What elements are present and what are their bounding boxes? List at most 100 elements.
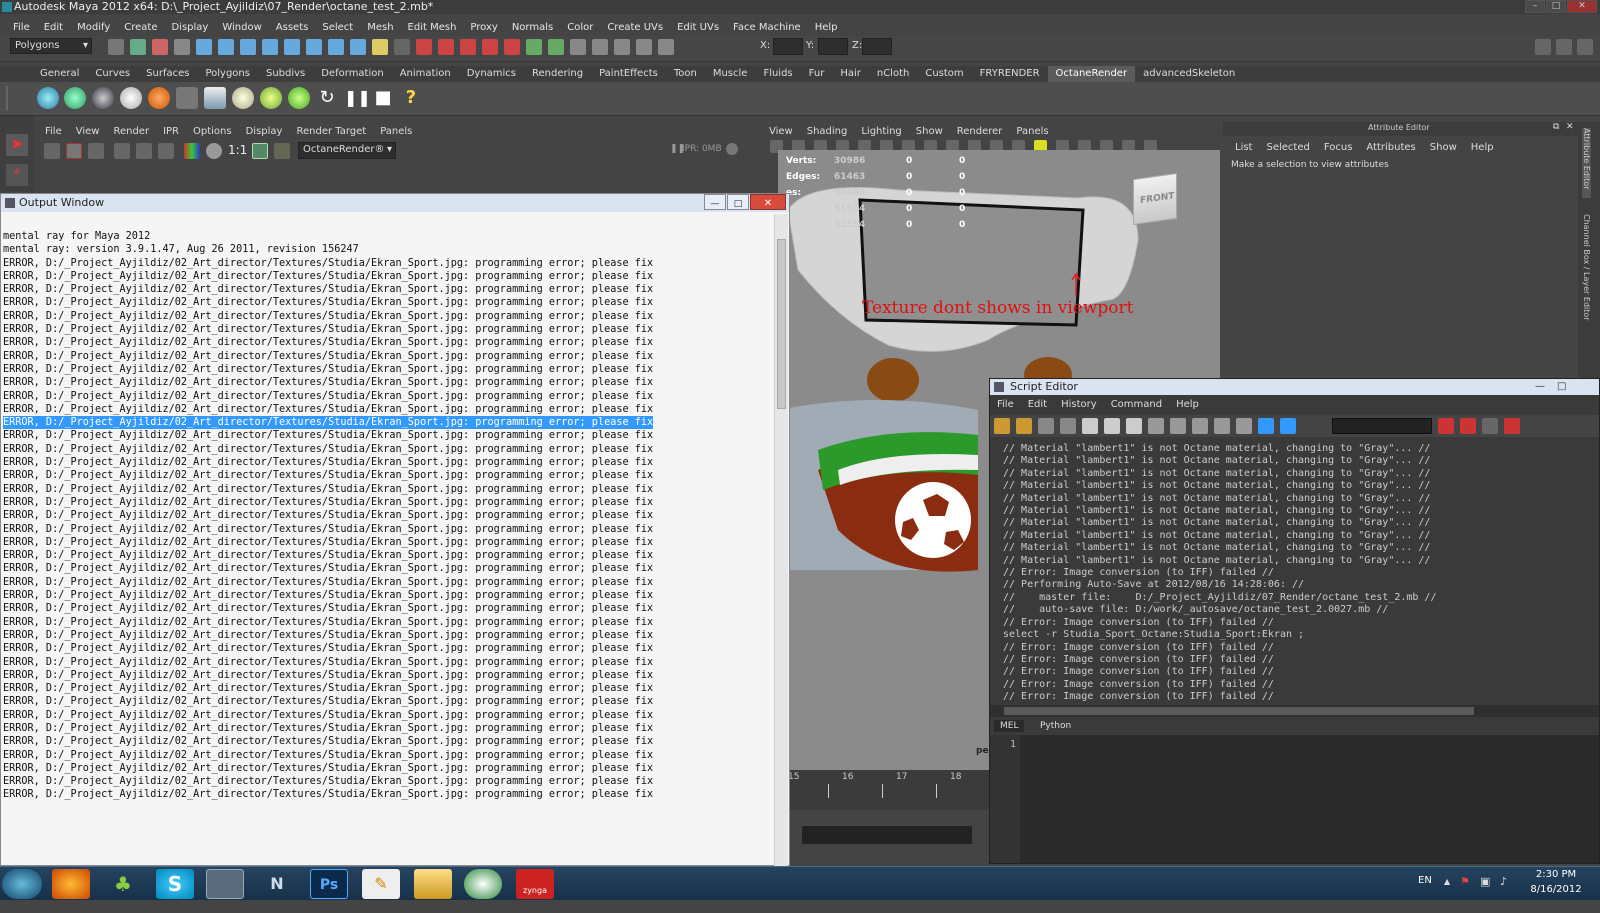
status-tool-icon[interactable] bbox=[130, 39, 146, 55]
start-orb-icon[interactable] bbox=[2, 869, 42, 899]
octane-light-icon[interactable] bbox=[232, 87, 254, 109]
x-field[interactable] bbox=[773, 38, 803, 55]
attr-menu-focus[interactable]: Focus bbox=[1317, 142, 1360, 153]
status-tool-icon[interactable] bbox=[592, 39, 608, 55]
script-tool-icon[interactable] bbox=[1192, 418, 1208, 434]
ipr-render-icon[interactable] bbox=[66, 143, 82, 159]
utorrent-icon[interactable] bbox=[464, 869, 502, 899]
maximize-icon[interactable]: □ bbox=[727, 194, 749, 210]
script-tool-icon[interactable] bbox=[994, 418, 1010, 434]
render-view-menu-ipr[interactable]: IPR bbox=[156, 126, 186, 137]
script-menu-help[interactable]: Help bbox=[1169, 399, 1206, 410]
script-tool-icon[interactable] bbox=[1236, 418, 1252, 434]
viewport-menu-panels[interactable]: Panels bbox=[1009, 126, 1055, 137]
script-tool-icon[interactable] bbox=[1016, 418, 1032, 434]
y-field[interactable] bbox=[818, 38, 848, 55]
script-tool-icon[interactable] bbox=[1214, 418, 1230, 434]
menu-select[interactable]: Select bbox=[315, 22, 360, 33]
refresh-icon[interactable]: ↻ bbox=[316, 87, 338, 109]
menu-create-uvs[interactable]: Create UVs bbox=[600, 22, 670, 33]
octane-ipr-icon[interactable] bbox=[64, 87, 86, 109]
status-tool-icon[interactable] bbox=[482, 39, 498, 55]
close-icon[interactable]: ✕ bbox=[1566, 122, 1574, 132]
shelf-tab-animation[interactable]: Animation bbox=[392, 66, 459, 82]
color-channel-icon[interactable] bbox=[184, 143, 200, 159]
script-search-tool-icon[interactable] bbox=[1438, 418, 1454, 434]
render-view-menu-view[interactable]: View bbox=[69, 126, 107, 137]
region-icon[interactable] bbox=[114, 143, 130, 159]
octane-instance-icon[interactable] bbox=[288, 87, 310, 109]
channel-box-toggle-icon[interactable] bbox=[1556, 39, 1572, 55]
alpha-channel-icon[interactable] bbox=[206, 143, 222, 159]
status-tool-icon[interactable] bbox=[460, 39, 476, 55]
menu-edit-uvs[interactable]: Edit UVs bbox=[670, 22, 726, 33]
channel-box-tab[interactable]: Channel Box / Layer Editor bbox=[1582, 214, 1591, 324]
output-log[interactable]: mental ray for Maya 2012 mental ray: vers… bbox=[3, 230, 654, 802]
render-view-menu-display[interactable]: Display bbox=[239, 126, 290, 137]
utility-app-icon[interactable]: ♣ bbox=[104, 869, 142, 899]
script-menu-file[interactable]: File bbox=[990, 399, 1021, 410]
select-tool-icon[interactable]: ➤ bbox=[6, 134, 28, 156]
attr-menu-selected[interactable]: Selected bbox=[1259, 142, 1316, 153]
octane-settings-icon[interactable] bbox=[120, 87, 142, 109]
menu-modify[interactable]: Modify bbox=[70, 22, 117, 33]
script-tool-icon[interactable] bbox=[1258, 418, 1274, 434]
help-icon[interactable]: ? bbox=[400, 87, 422, 109]
maximize-icon[interactable]: □ bbox=[1546, 0, 1566, 13]
status-tool-icon[interactable] bbox=[328, 39, 344, 55]
script-tool-icon[interactable] bbox=[1148, 418, 1164, 434]
float-icon[interactable]: ⧉ bbox=[1553, 122, 1559, 132]
render-view-menu-render[interactable]: Render bbox=[106, 126, 156, 137]
menu-face-machine[interactable]: Face Machine bbox=[726, 22, 808, 33]
menu-help[interactable]: Help bbox=[808, 22, 845, 33]
view-cube[interactable]: FRONT bbox=[1133, 172, 1177, 226]
scrollbar-thumb[interactable] bbox=[777, 239, 786, 409]
shelf-tab-toon[interactable]: Toon bbox=[666, 66, 705, 82]
script-menu-history[interactable]: History bbox=[1054, 399, 1104, 410]
shelf-tab-surfaces[interactable]: Surfaces bbox=[138, 66, 197, 82]
snapshot-icon[interactable] bbox=[88, 143, 104, 159]
maximize-icon[interactable]: □ bbox=[1557, 379, 1566, 395]
status-tool-icon[interactable] bbox=[372, 39, 388, 55]
shelf-tab-polygons[interactable]: Polygons bbox=[197, 66, 258, 82]
viewport-menu-shading[interactable]: Shading bbox=[800, 126, 855, 137]
shelf-tab-muscle[interactable]: Muscle bbox=[705, 66, 756, 82]
status-tool-icon[interactable] bbox=[108, 39, 124, 55]
menu-mesh[interactable]: Mesh bbox=[360, 22, 400, 33]
shelf-tab-curves[interactable]: Curves bbox=[87, 66, 138, 82]
shelf-tab-deformation[interactable]: Deformation bbox=[313, 66, 391, 82]
status-tool-icon[interactable] bbox=[174, 39, 190, 55]
mode-selector[interactable]: Polygons ▾ bbox=[10, 38, 92, 54]
real-size-button[interactable]: 1:1 bbox=[228, 143, 247, 157]
shelf-tab-ncloth[interactable]: nCloth bbox=[869, 66, 917, 82]
attr-menu-help[interactable]: Help bbox=[1464, 142, 1501, 153]
shelf-tab-hair[interactable]: Hair bbox=[832, 66, 869, 82]
status-tool-icon[interactable] bbox=[350, 39, 366, 55]
status-tool-icon[interactable] bbox=[196, 39, 212, 55]
explorer-folder-icon[interactable] bbox=[414, 869, 452, 899]
script-search-field[interactable] bbox=[1332, 418, 1432, 434]
attribute-editor-toggle-icon[interactable] bbox=[1577, 39, 1593, 55]
menu-create[interactable]: Create bbox=[117, 22, 164, 33]
octane-environment-icon[interactable] bbox=[204, 87, 226, 109]
menu-window[interactable]: Window bbox=[215, 22, 268, 33]
language-indicator[interactable]: EN bbox=[1418, 875, 1432, 886]
shelf-tab-general[interactable]: General bbox=[32, 66, 87, 82]
viewport-menu-lighting[interactable]: Lighting bbox=[854, 126, 908, 137]
status-tool-icon[interactable] bbox=[218, 39, 234, 55]
octane-render-icon[interactable] bbox=[37, 87, 59, 109]
shelf-tab-subdivs[interactable]: Subdivs bbox=[258, 66, 313, 82]
status-tool-icon[interactable] bbox=[394, 39, 410, 55]
status-tool-icon[interactable] bbox=[614, 39, 630, 55]
render-view-menu-file[interactable]: File bbox=[38, 126, 69, 137]
script-tab-mel[interactable]: MEL bbox=[994, 720, 1025, 732]
photoshop-icon[interactable]: Ps bbox=[310, 869, 348, 899]
shelf-tab-rendering[interactable]: Rendering bbox=[524, 66, 591, 82]
script-tool-icon[interactable] bbox=[1280, 418, 1296, 434]
status-tool-icon[interactable] bbox=[152, 39, 168, 55]
menu-file[interactable]: File bbox=[6, 22, 37, 33]
script-tool-icon[interactable] bbox=[1060, 418, 1076, 434]
status-tool-icon[interactable] bbox=[438, 39, 454, 55]
status-tool-icon[interactable] bbox=[504, 39, 520, 55]
script-search-tool-icon[interactable] bbox=[1504, 418, 1520, 434]
